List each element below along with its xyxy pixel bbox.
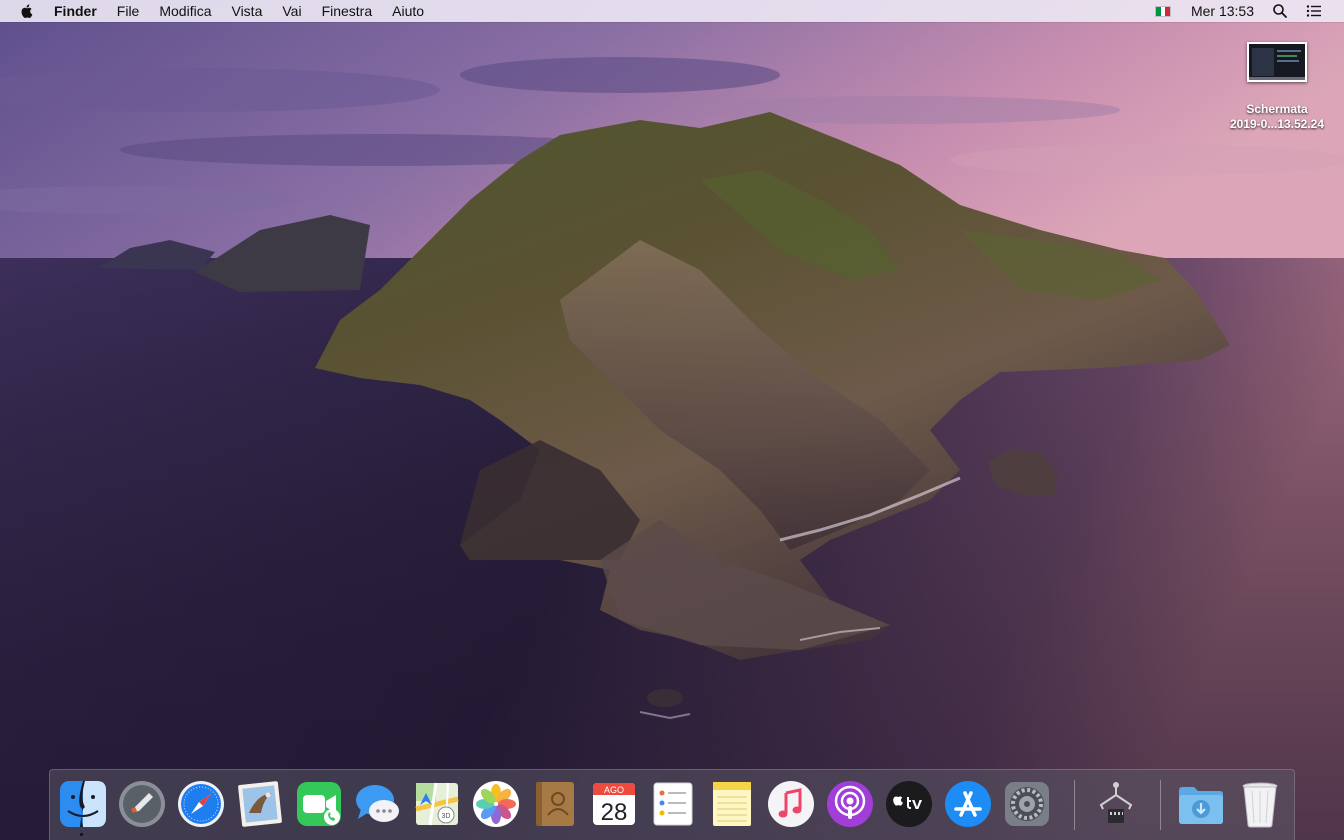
calendar-icon[interactable]: AGO 28 xyxy=(589,779,639,829)
notes-icon[interactable] xyxy=(707,779,757,829)
menu-app-finder[interactable]: Finder xyxy=(50,0,107,22)
menu-vai[interactable]: Vai xyxy=(272,0,311,22)
menu-modifica[interactable]: Modifica xyxy=(149,0,221,22)
menu-aiuto[interactable]: Aiuto xyxy=(382,0,434,22)
file-name-line1: Schermata xyxy=(1246,102,1308,116)
system-preferences-icon[interactable] xyxy=(1002,779,1052,829)
contacts-icon[interactable] xyxy=(530,779,580,829)
dock-separator xyxy=(1160,780,1161,830)
calendar-day: 28 xyxy=(601,799,628,826)
finder-icon[interactable] xyxy=(58,779,108,829)
maps-3d-badge: 3D xyxy=(442,813,451,820)
input-source-flag-icon[interactable] xyxy=(1154,5,1171,17)
menu-bar: Finder File Modifica Vista Vai Finestra … xyxy=(0,0,1344,22)
downloads-folder-icon[interactable] xyxy=(1176,779,1226,829)
dock-separator xyxy=(1074,780,1075,830)
menu-file[interactable]: File xyxy=(107,0,150,22)
menu-clock[interactable]: Mer 13:53 xyxy=(1191,3,1254,19)
spotlight-search-icon[interactable] xyxy=(1272,3,1288,19)
reminders-icon[interactable] xyxy=(648,779,698,829)
messages-icon[interactable] xyxy=(353,779,403,829)
finder-running-indicator xyxy=(80,833,83,836)
mail-icon[interactable] xyxy=(235,779,285,829)
menu-vista[interactable]: Vista xyxy=(221,0,272,22)
apple-tv-icon[interactable] xyxy=(884,779,934,829)
file-thumbnail xyxy=(1247,42,1307,82)
usb-utility-icon[interactable] xyxy=(1091,779,1141,829)
app-store-icon[interactable] xyxy=(943,779,993,829)
maps-icon[interactable]: 3D xyxy=(412,779,462,829)
podcasts-icon[interactable] xyxy=(825,779,875,829)
launchpad-icon[interactable] xyxy=(117,779,167,829)
desktop-wallpaper xyxy=(0,0,1344,840)
photos-icon[interactable] xyxy=(471,779,521,829)
facetime-icon[interactable] xyxy=(294,779,344,829)
safari-icon[interactable] xyxy=(176,779,226,829)
apple-logo-icon[interactable] xyxy=(19,3,35,19)
trash-icon[interactable] xyxy=(1235,779,1285,829)
file-name-line2: 2019-0...13.52.24 xyxy=(1229,117,1325,131)
menu-finestra[interactable]: Finestra xyxy=(312,0,383,22)
music-icon[interactable] xyxy=(766,779,816,829)
notification-center-icon[interactable] xyxy=(1306,3,1322,19)
desktop-screenshot-file[interactable]: Schermata 2019-0...13.52.24 xyxy=(1210,42,1344,132)
calendar-month: AGO xyxy=(604,785,624,795)
dock: 3D AGO 28 xyxy=(49,769,1295,840)
